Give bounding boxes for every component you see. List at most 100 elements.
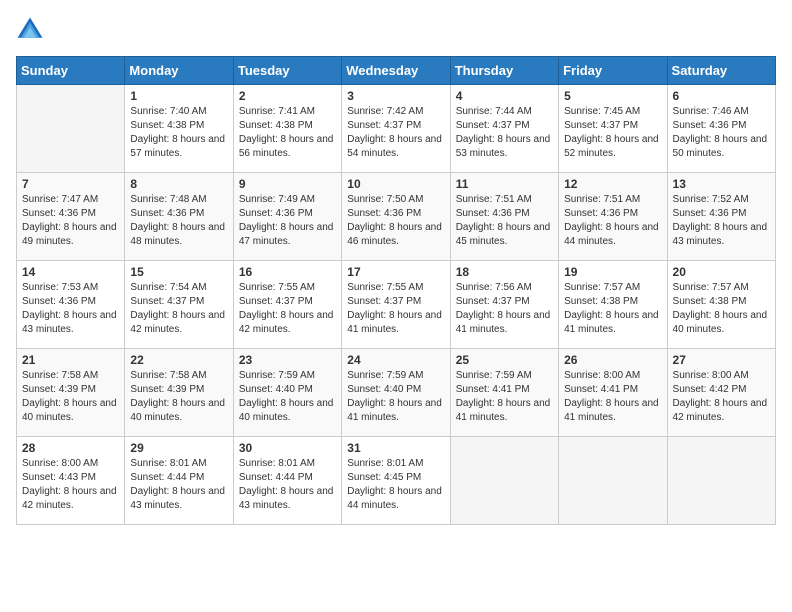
calendar-cell: 24Sunrise: 7:59 AMSunset: 4:40 PMDayligh… xyxy=(342,349,450,437)
calendar-cell: 18 Sunrise: 7:56 AMSunset: 4:37 PMDayligh… xyxy=(450,261,558,349)
day-info: Sunrise: 7:58 AMSunset: 4:39 PMDaylight:… xyxy=(22,369,119,425)
calendar-week-row: 28 Sunrise: 8:00 AMSunset: 4:43 PMDayligh… xyxy=(17,437,776,525)
day-info: Sunrise: 7:59 AMSunset: 4:41 PMDaylight:… xyxy=(456,369,553,425)
day-info: Sunrise: 7:44 AMSunset: 4:37 PMDaylight:… xyxy=(456,105,553,161)
day-number: 16 xyxy=(239,265,336,279)
day-info: Sunrise: 8:01 AMSunset: 4:44 PMDaylight:… xyxy=(130,457,227,513)
calendar-cell xyxy=(559,437,667,525)
day-info: Sunrise: 8:01 AMSunset: 4:45 PMDaylight:… xyxy=(347,457,444,513)
day-info: Sunrise: 7:47 AMSunset: 4:36 PMDaylight:… xyxy=(22,193,119,249)
calendar-cell xyxy=(17,85,125,173)
calendar-cell: 5 Sunrise: 7:45 AMSunset: 4:37 PMDaylight… xyxy=(559,85,667,173)
calendar-cell: 31 Sunrise: 8:01 AMSunset: 4:45 PMDayligh… xyxy=(342,437,450,525)
calendar-cell: 4 Sunrise: 7:44 AMSunset: 4:37 PMDaylight… xyxy=(450,85,558,173)
day-number: 24 xyxy=(347,353,444,367)
day-info: Sunrise: 8:00 AMSunset: 4:42 PMDaylight:… xyxy=(673,369,770,425)
day-number: 14 xyxy=(22,265,119,279)
day-info: Sunrise: 7:46 AMSunset: 4:36 PMDaylight:… xyxy=(673,105,770,161)
calendar-week-row: 21 Sunrise: 7:58 AMSunset: 4:39 PMDayligh… xyxy=(17,349,776,437)
day-number: 8 xyxy=(130,177,227,191)
calendar-cell: 9Sunrise: 7:49 AMSunset: 4:36 PMDaylight… xyxy=(233,173,341,261)
day-info: Sunrise: 7:54 AMSunset: 4:37 PMDaylight:… xyxy=(130,281,227,337)
logo-icon xyxy=(16,16,44,44)
day-number: 11 xyxy=(456,177,553,191)
calendar-cell: 17 Sunrise: 7:55 AMSunset: 4:37 PMDayligh… xyxy=(342,261,450,349)
day-number: 29 xyxy=(130,441,227,455)
day-number: 25 xyxy=(456,353,553,367)
day-info: Sunrise: 7:58 AMSunset: 4:39 PMDaylight:… xyxy=(130,369,227,425)
day-number: 6 xyxy=(673,89,770,103)
day-info: Sunrise: 7:40 AMSunset: 4:38 PMDaylight:… xyxy=(130,105,227,161)
calendar-cell: 15 Sunrise: 7:54 AMSunset: 4:37 PMDayligh… xyxy=(125,261,233,349)
day-info: Sunrise: 7:51 AMSunset: 4:36 PMDaylight:… xyxy=(564,193,661,249)
day-number: 19 xyxy=(564,265,661,279)
calendar-cell: 14 Sunrise: 7:53 AMSunset: 4:36 PMDayligh… xyxy=(17,261,125,349)
day-number: 4 xyxy=(456,89,553,103)
calendar-cell: 10 Sunrise: 7:50 AMSunset: 4:36 PMDayligh… xyxy=(342,173,450,261)
calendar-week-row: 1 Sunrise: 7:40 AMSunset: 4:38 PMDaylight… xyxy=(17,85,776,173)
day-number: 12 xyxy=(564,177,661,191)
calendar-cell: 19 Sunrise: 7:57 AMSunset: 4:38 PMDayligh… xyxy=(559,261,667,349)
calendar-cell: 11 Sunrise: 7:51 AMSunset: 4:36 PMDayligh… xyxy=(450,173,558,261)
day-info: Sunrise: 7:50 AMSunset: 4:36 PMDaylight:… xyxy=(347,193,444,249)
day-info: Sunrise: 7:55 AMSunset: 4:37 PMDaylight:… xyxy=(347,281,444,337)
calendar-cell: 28 Sunrise: 8:00 AMSunset: 4:43 PMDayligh… xyxy=(17,437,125,525)
calendar-cell: 16 Sunrise: 7:55 AMSunset: 4:37 PMDayligh… xyxy=(233,261,341,349)
calendar-cell: 8 Sunrise: 7:48 AMSunset: 4:36 PMDaylight… xyxy=(125,173,233,261)
calendar-cell: 22 Sunrise: 7:58 AMSunset: 4:39 PMDayligh… xyxy=(125,349,233,437)
day-info: Sunrise: 7:57 AMSunset: 4:38 PMDaylight:… xyxy=(564,281,661,337)
day-number: 26 xyxy=(564,353,661,367)
calendar-cell: 21 Sunrise: 7:58 AMSunset: 4:39 PMDayligh… xyxy=(17,349,125,437)
day-number: 18 xyxy=(456,265,553,279)
calendar-cell: 13Sunrise: 7:52 AMSunset: 4:36 PMDayligh… xyxy=(667,173,775,261)
weekday-header-row: SundayMondayTuesdayWednesdayThursdayFrid… xyxy=(17,57,776,85)
day-info: Sunrise: 7:42 AMSunset: 4:37 PMDaylight:… xyxy=(347,105,444,161)
day-info: Sunrise: 8:00 AMSunset: 4:43 PMDaylight:… xyxy=(22,457,119,513)
calendar-cell: 6 Sunrise: 7:46 AMSunset: 4:36 PMDaylight… xyxy=(667,85,775,173)
weekday-header: Monday xyxy=(125,57,233,85)
day-number: 5 xyxy=(564,89,661,103)
day-info: Sunrise: 8:01 AMSunset: 4:44 PMDaylight:… xyxy=(239,457,336,513)
day-number: 3 xyxy=(347,89,444,103)
day-info: Sunrise: 7:51 AMSunset: 4:36 PMDaylight:… xyxy=(456,193,553,249)
calendar-cell: 3 Sunrise: 7:42 AMSunset: 4:37 PMDaylight… xyxy=(342,85,450,173)
day-info: Sunrise: 7:41 AMSunset: 4:38 PMDaylight:… xyxy=(239,105,336,161)
day-number: 31 xyxy=(347,441,444,455)
weekday-header: Thursday xyxy=(450,57,558,85)
calendar-week-row: 7Sunrise: 7:47 AMSunset: 4:36 PMDaylight… xyxy=(17,173,776,261)
day-number: 22 xyxy=(130,353,227,367)
day-number: 2 xyxy=(239,89,336,103)
day-number: 1 xyxy=(130,89,227,103)
day-info: Sunrise: 7:45 AMSunset: 4:37 PMDaylight:… xyxy=(564,105,661,161)
day-number: 20 xyxy=(673,265,770,279)
logo xyxy=(16,16,48,44)
weekday-header: Sunday xyxy=(17,57,125,85)
day-info: Sunrise: 7:49 AMSunset: 4:36 PMDaylight:… xyxy=(239,193,336,249)
day-number: 30 xyxy=(239,441,336,455)
day-info: Sunrise: 7:57 AMSunset: 4:38 PMDaylight:… xyxy=(673,281,770,337)
calendar-cell: 20 Sunrise: 7:57 AMSunset: 4:38 PMDayligh… xyxy=(667,261,775,349)
calendar-cell: 25 Sunrise: 7:59 AMSunset: 4:41 PMDayligh… xyxy=(450,349,558,437)
day-info: Sunrise: 7:55 AMSunset: 4:37 PMDaylight:… xyxy=(239,281,336,337)
calendar-cell: 26Sunrise: 8:00 AMSunset: 4:41 PMDayligh… xyxy=(559,349,667,437)
day-number: 17 xyxy=(347,265,444,279)
calendar-cell xyxy=(667,437,775,525)
page: SundayMondayTuesdayWednesdayThursdayFrid… xyxy=(0,0,792,612)
weekday-header: Saturday xyxy=(667,57,775,85)
day-number: 23 xyxy=(239,353,336,367)
calendar-cell: 29 Sunrise: 8:01 AMSunset: 4:44 PMDayligh… xyxy=(125,437,233,525)
header xyxy=(16,16,776,44)
calendar-cell: 27Sunrise: 8:00 AMSunset: 4:42 PMDayligh… xyxy=(667,349,775,437)
day-info: Sunrise: 7:52 AMSunset: 4:36 PMDaylight:… xyxy=(673,193,770,249)
day-number: 21 xyxy=(22,353,119,367)
day-number: 10 xyxy=(347,177,444,191)
day-number: 28 xyxy=(22,441,119,455)
day-number: 15 xyxy=(130,265,227,279)
day-info: Sunrise: 7:48 AMSunset: 4:36 PMDaylight:… xyxy=(130,193,227,249)
day-info: Sunrise: 7:56 AMSunset: 4:37 PMDaylight:… xyxy=(456,281,553,337)
day-info: Sunrise: 7:53 AMSunset: 4:36 PMDaylight:… xyxy=(22,281,119,337)
calendar-cell: 30 Sunrise: 8:01 AMSunset: 4:44 PMDayligh… xyxy=(233,437,341,525)
day-info: Sunrise: 7:59 AMSunset: 4:40 PMDaylight:… xyxy=(239,369,336,425)
weekday-header: Tuesday xyxy=(233,57,341,85)
weekday-header: Friday xyxy=(559,57,667,85)
